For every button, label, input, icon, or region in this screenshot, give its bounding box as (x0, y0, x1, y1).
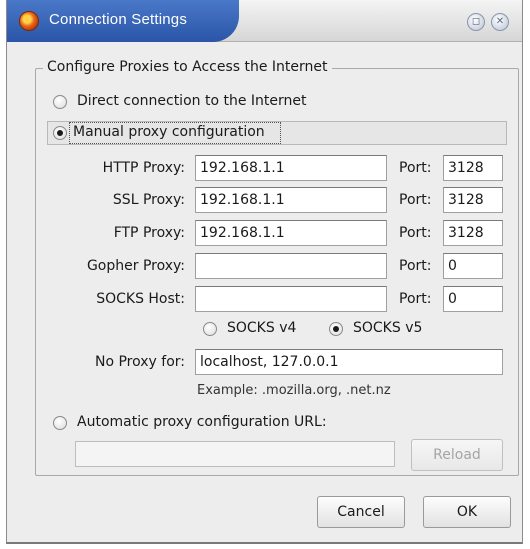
socks-v4-radio[interactable] (203, 322, 217, 336)
auto-proxy-label: Automatic proxy configuration URL: (77, 414, 327, 430)
http-proxy-label: HTTP Proxy: (102, 160, 185, 176)
gopher-proxy-input[interactable] (195, 253, 387, 279)
socks-host-input[interactable] (195, 286, 387, 312)
gopher-proxy-label: Gopher Proxy: (86, 258, 185, 274)
direct-radio[interactable] (53, 95, 67, 109)
socks-host-label: SOCKS Host: (96, 291, 185, 307)
socks-v4-label: SOCKS v4 (227, 320, 297, 336)
http-port-input[interactable] (443, 155, 503, 181)
gopher-port-input[interactable] (443, 253, 503, 279)
ssl-port-label: Port: (399, 192, 432, 208)
socks-v5-radio[interactable] (329, 322, 343, 336)
manual-radio[interactable] (53, 126, 67, 140)
http-port-label: Port: (399, 160, 432, 176)
socks-port-input[interactable] (443, 286, 503, 312)
window-title: Connection Settings (49, 11, 188, 28)
direct-label: Direct connection to the Internet (77, 93, 307, 109)
ftp-proxy-label: FTP Proxy: (113, 225, 185, 241)
no-proxy-example: Example: .mozilla.org, .net.nz (197, 383, 391, 398)
http-proxy-input[interactable] (195, 155, 387, 181)
ftp-proxy-input[interactable] (195, 220, 387, 246)
manual-label: Manual proxy configuration (73, 124, 265, 140)
ssl-proxy-label: SSL Proxy: (112, 192, 185, 208)
reload-button[interactable]: Reload (411, 439, 503, 471)
no-proxy-label: No Proxy for: (94, 354, 185, 370)
restore-icon[interactable]: ◻ (467, 13, 485, 31)
ftp-port-label: Port: (399, 225, 432, 241)
firefox-icon (19, 11, 39, 31)
gopher-port-label: Port: (399, 258, 432, 274)
ftp-port-input[interactable] (443, 220, 503, 246)
auto-proxy-radio[interactable] (53, 416, 67, 430)
ssl-port-input[interactable] (443, 187, 503, 213)
ok-button[interactable]: OK (423, 496, 511, 528)
title-tab: Connection Settings (7, 0, 239, 42)
close-icon[interactable]: ✕ (491, 13, 509, 31)
no-proxy-input[interactable] (195, 349, 503, 375)
group-title: Configure Proxies to Access the Internet (43, 59, 332, 75)
cancel-button[interactable]: Cancel (317, 496, 405, 528)
socks-port-label: Port: (399, 291, 432, 307)
title-bar[interactable]: Connection Settings ◻ ✕ (7, 0, 522, 42)
ssl-proxy-input[interactable] (195, 187, 387, 213)
auto-proxy-url-input[interactable] (75, 441, 395, 467)
connection-settings-dialog: Connection Settings ◻ ✕ Configure Proxie… (6, 0, 523, 544)
socks-v5-label: SOCKS v5 (353, 320, 423, 336)
